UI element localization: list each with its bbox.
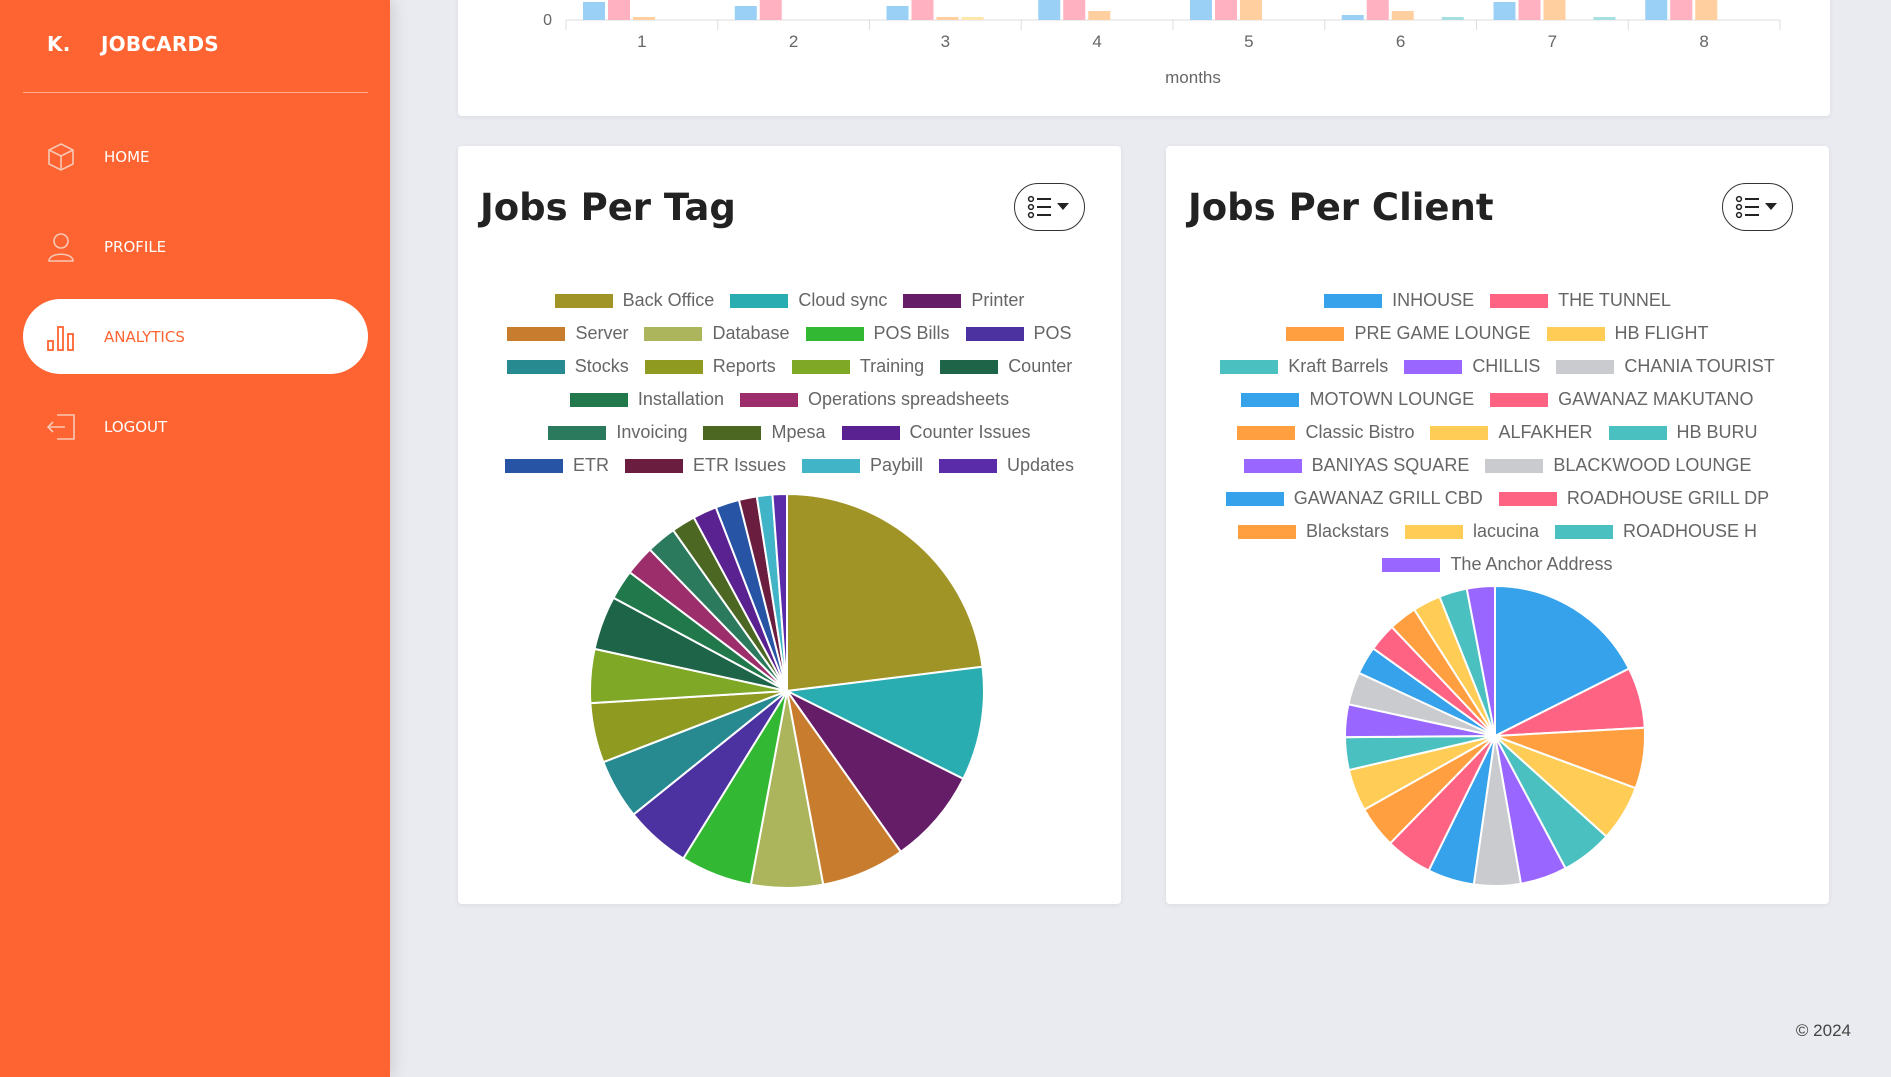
x-tick-label: 6	[1396, 32, 1405, 51]
bar-month-5-series-1	[1190, 0, 1212, 20]
bar-month-8-series-1	[1645, 0, 1668, 20]
sidebar-item-logout[interactable]: LOGOUT	[23, 389, 368, 464]
bar-month-4-series-1	[1038, 0, 1061, 20]
sidebar-item-label: HOME	[104, 147, 150, 166]
bar-month-2-series-1	[734, 6, 757, 20]
bar-month-5-series-2	[1215, 0, 1237, 20]
x-tick-label: 8	[1699, 32, 1708, 51]
client-pie-chart	[1343, 584, 1646, 887]
bar-month-1-series-3	[633, 17, 655, 20]
sidebar-item-profile[interactable]: PROFILE	[23, 209, 368, 284]
bar-month-7-series-1	[1493, 2, 1516, 20]
sidebar-item-analytics[interactable]: ANALYTICS	[23, 299, 368, 374]
bar-month-2-series-2	[759, 0, 782, 20]
bar-month-3-series-3	[936, 17, 959, 20]
sidebar-divider	[23, 92, 368, 93]
bar-month-7-series-5	[1593, 17, 1616, 20]
x-tick-label: 3	[941, 32, 950, 51]
tag-pie-chart	[589, 492, 985, 889]
pie-slice-back-office[interactable]	[786, 492, 984, 693]
sidebar-item-home[interactable]: HOME	[23, 119, 368, 194]
bar-month-1-series-2	[608, 0, 630, 20]
bar-month-6-series-2	[1366, 0, 1389, 20]
bar-month-5-series-3	[1240, 0, 1262, 20]
jobs-per-tag-card: Jobs Per Tag Back Office Cloud sync Printe…	[458, 146, 1121, 904]
bar-month-1-series-1	[583, 2, 605, 20]
bar-month-6-series-5	[1441, 17, 1464, 20]
monthly-bar-chart: 0 1 2 3 4 5 6 7 8 months	[543, 0, 1781, 87]
bar-month-6-series-3	[1391, 11, 1414, 20]
x-tick-label: 5	[1244, 32, 1253, 51]
sidebar-nav: HOME PROFILE ANALYTICS LOGOUT	[23, 119, 368, 479]
footer-copyright: © 2024	[1795, 1021, 1851, 1040]
bar-month-7-series-3	[1543, 0, 1566, 20]
sidebar-item-label: ANALYTICS	[104, 327, 185, 346]
bar-month-4-series-2	[1063, 0, 1086, 20]
sidebar-item-label: LOGOUT	[104, 417, 168, 436]
bar-chart-icon	[44, 320, 78, 354]
bar-month-3-series-2	[911, 0, 934, 20]
bar-month-8-series-3	[1695, 0, 1718, 20]
brand[interactable]: K. JOBCARDS	[47, 32, 219, 56]
brand-logo: K.	[47, 32, 71, 56]
user-icon	[44, 230, 78, 264]
bar-month-8-series-2	[1670, 0, 1693, 20]
x-tick-label: 2	[789, 32, 798, 51]
x-tick-label: 7	[1548, 32, 1557, 51]
brand-name: JOBCARDS	[101, 32, 219, 56]
sidebar-item-label: PROFILE	[104, 237, 167, 256]
bar-month-6-series-1	[1341, 15, 1364, 20]
x-tick-label: 1	[637, 32, 646, 51]
monthly-jobs-card: 0 1 2 3 4 5 6 7 8 months	[458, 0, 1830, 116]
jobs-per-client-card: Jobs Per Client INHOUSE THE TUNNEL PRE GAM…	[1166, 146, 1829, 904]
bar-month-3-series-1	[886, 6, 909, 20]
cube-icon	[44, 140, 78, 174]
sidebar: K. JOBCARDS HOME PROFILE ANALYTICS LOGOU…	[0, 0, 390, 1077]
x-tick-label: 4	[1092, 32, 1101, 51]
x-axis-title: months	[1165, 68, 1221, 87]
logout-icon	[44, 410, 78, 444]
bar-month-3-series-4	[961, 17, 984, 20]
bar-month-4-series-3	[1088, 11, 1111, 20]
bar-month-7-series-2	[1518, 0, 1541, 20]
y-tick-label: 0	[543, 12, 552, 29]
